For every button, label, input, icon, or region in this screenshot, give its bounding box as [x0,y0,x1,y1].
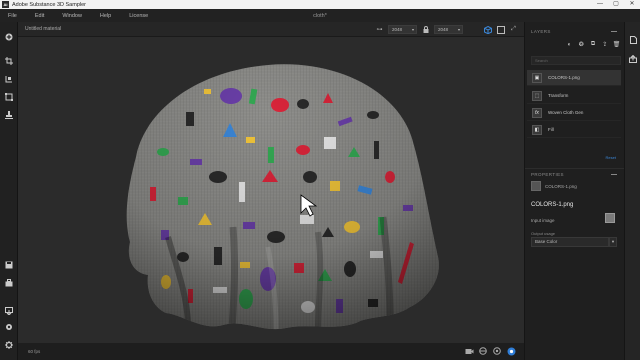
resolution-select-b[interactable]: 2048 [434,25,463,34]
property-name: COLORS-1.png [531,202,574,208]
layer-toolbar: ◐ ❂ ⧉ ⇪ 🗑 [565,40,621,50]
layer-item-woven-cloth[interactable]: fx Woven Cloth Gen [527,105,621,121]
2d-view-icon[interactable] [496,25,505,34]
layers-header: LAYERS [525,26,625,37]
layer-label: Transform [548,93,569,98]
properties-header: PROPERTIES [525,168,625,179]
image-icon: ▣ [532,72,542,83]
viewport-footer: 60 fps [18,343,524,360]
save-icon[interactable] [4,260,14,270]
layer-label: COLORS-1.png [548,75,580,80]
layer-label: Woven Cloth Gen [548,110,584,115]
maximize-button[interactable]: ▢ [608,0,624,9]
duplicate-icon[interactable]: ⧉ [589,40,598,49]
layer-search-input[interactable]: Search [531,56,621,65]
resolution-select-a[interactable]: 2048 [388,25,417,34]
mask-icon[interactable]: ◐ [565,40,574,49]
document-title: cloth* [313,12,327,19]
app-title: Adobe Substance 3D Sampler [12,1,86,8]
fx-icon: fx [532,107,542,118]
output-usage-label: Output usage [531,231,556,236]
menu-bar: File Edit Window Help License cloth* [0,9,640,22]
app-logo-icon: Ai [2,1,9,8]
title-bar: Ai Adobe Substance 3D Sampler — ▢ ✕ [0,0,640,9]
window-controls: — ▢ ✕ [592,0,640,9]
crop-icon[interactable] [4,56,14,66]
stamp-icon[interactable] [4,110,14,120]
3d-view-icon[interactable] [483,25,492,34]
close-button[interactable]: ✕ [624,0,640,9]
expand-icon[interactable]: ⤢ [509,25,518,34]
left-toolbar [0,22,18,360]
3d-viewport[interactable] [18,37,524,343]
camera-icon[interactable] [464,346,474,356]
reset-link[interactable]: Reset [606,155,616,160]
briefcase-icon[interactable] [4,278,14,288]
trash-icon[interactable]: 🗑 [612,40,621,49]
minimize-button[interactable]: — [592,0,608,9]
layer-item-colors[interactable]: ▣ COLORS-1.png [527,70,621,86]
lighting-icon[interactable] [506,346,516,356]
layer-item-fill[interactable]: ◧ Fill [527,122,621,138]
material-title: Untitled material [25,26,62,32]
export-icon[interactable] [4,306,14,316]
lock-icon[interactable] [421,25,430,34]
input-image-picker[interactable] [605,213,615,223]
layer-label: Fill [548,127,554,132]
share-export-icon[interactable] [628,54,638,64]
output-usage-select[interactable]: Base Color [531,237,609,247]
fps-counter: 60 fps [28,349,41,354]
property-file: COLORS-1.png [545,184,577,189]
right-strip [624,22,640,360]
chevron-down-icon[interactable]: ▾ [609,237,617,247]
fill-icon: ◧ [532,124,542,135]
environment-icon[interactable] [492,346,502,356]
filter-icon[interactable]: ❂ [577,40,586,49]
export-layer-icon[interactable]: ⇪ [600,40,609,49]
collapse-icon[interactable] [611,174,617,175]
settings-icon[interactable] [4,340,14,350]
share-icon[interactable] [4,322,14,332]
add-icon[interactable] [4,32,14,42]
link-icon[interactable]: ⊶ [375,25,384,34]
right-panel: LAYERS ◐ ❂ ⧉ ⇪ 🗑 Search ▣ COLORS-1.png ⬚… [524,22,625,360]
input-image-label: Input image [531,218,555,223]
image-thumbnail [531,181,541,191]
properties-panel-icon[interactable] [628,35,638,45]
material-ball-icon[interactable] [478,346,488,356]
frame-icon[interactable] [4,92,14,102]
transform-icon: ⬚ [532,90,542,101]
align-icon[interactable] [4,74,14,84]
layer-item-transform[interactable]: ⬚ Transform [527,88,621,104]
cloth-render [126,64,439,330]
viewport-header: Untitled material ⊶ 2048 2048 ⤢ [18,22,524,37]
collapse-icon[interactable] [611,31,617,32]
